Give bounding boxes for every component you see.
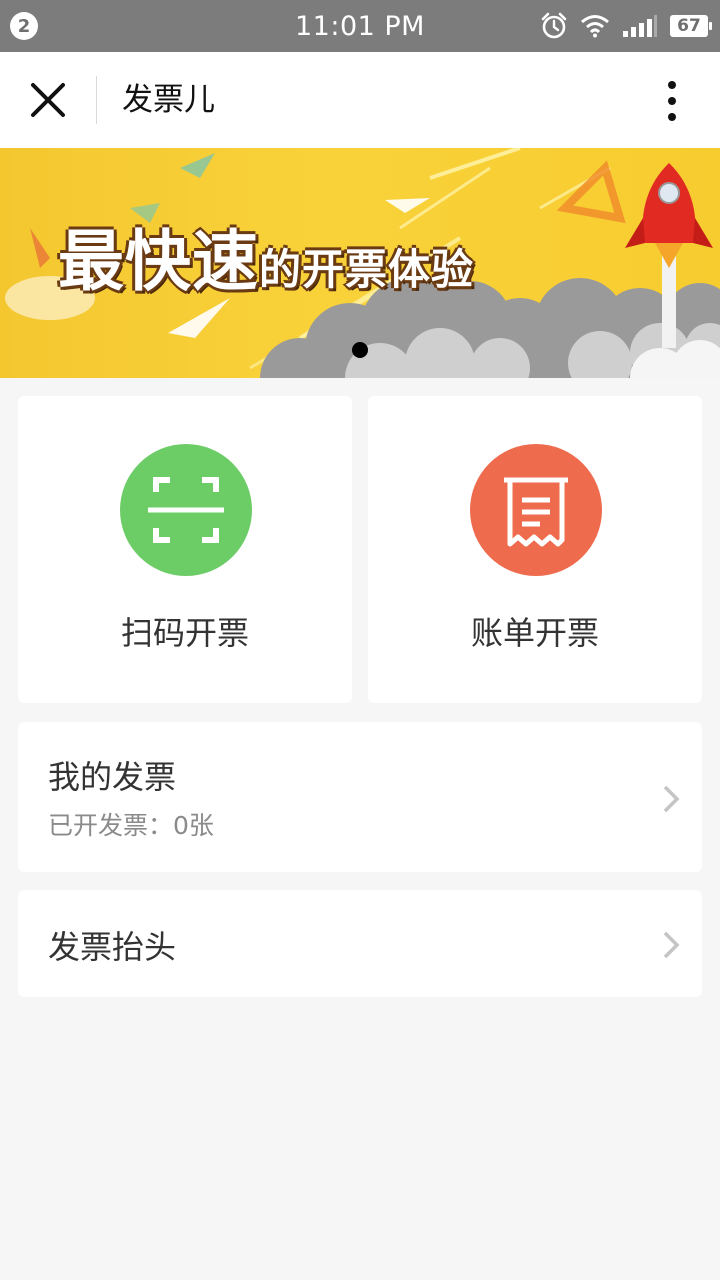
title-bar: 发票儿 [0, 52, 720, 148]
more-vertical-icon[interactable] [662, 80, 682, 122]
close-icon[interactable] [28, 80, 68, 120]
chevron-right-icon [663, 931, 680, 959]
invoice-header-row[interactable]: 发票抬头 [18, 890, 702, 997]
headline-char-3: 速 [192, 223, 259, 300]
scan-invoice-tile[interactable]: 扫码开票 [18, 396, 352, 703]
signal-icon [623, 15, 657, 37]
battery-icon: 67 [670, 15, 712, 37]
invoice-header-title: 发票抬头 [48, 928, 177, 966]
bill-invoice-tile[interactable]: 账单开票 [368, 396, 702, 703]
banner-headline: 最快速的开票体验 [58, 208, 474, 304]
my-invoices-title: 我的发票 [48, 758, 177, 796]
bill-invoice-label: 账单开票 [470, 614, 599, 652]
status-bar: 2 11:01 PM 67 [0, 0, 720, 52]
page-title: 发票儿 [122, 82, 215, 118]
carousel-indicator-dot[interactable] [352, 342, 368, 358]
nav-divider [96, 76, 97, 124]
alarm-icon [541, 12, 567, 39]
scan-invoice-label: 扫码开票 [120, 614, 249, 652]
headline-char-1: 最 [58, 223, 125, 300]
receipt-icon [470, 444, 602, 576]
my-invoices-row[interactable]: 我的发票 已开发票：0张 [18, 722, 702, 872]
issued-invoices-count: 已开发票：0张 [48, 811, 214, 840]
headline-rest: 的开票体验 [259, 245, 475, 294]
banner-carousel[interactable]: 最快速的开票体验 [0, 148, 720, 378]
wifi-icon [581, 15, 609, 38]
status-icons: 67 [540, 10, 712, 42]
chevron-right-icon [663, 785, 680, 813]
headline-char-2: 快 [125, 223, 192, 300]
scan-qr-icon [120, 444, 252, 576]
